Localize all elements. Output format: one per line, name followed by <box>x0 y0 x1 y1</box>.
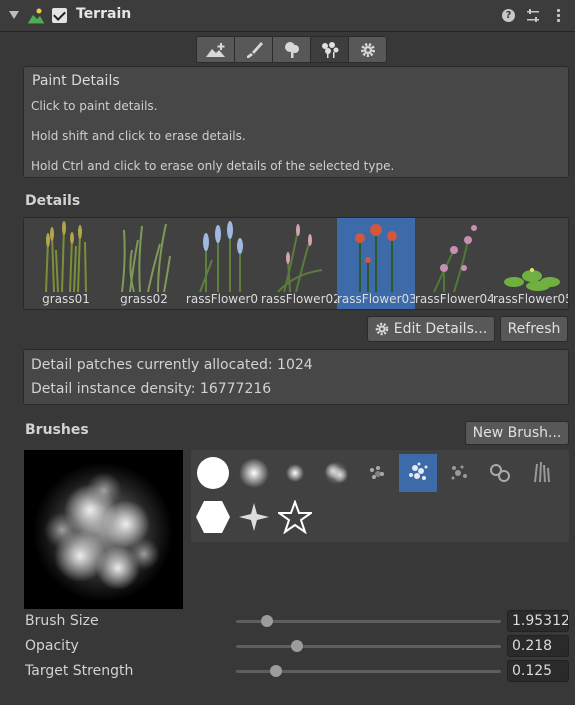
paint-trees-icon <box>284 41 299 58</box>
tool-raise-terrain-button[interactable] <box>196 36 235 63</box>
purple-flower-thumbnail-icon <box>433 225 477 292</box>
opacity-slider[interactable] <box>236 640 501 652</box>
grass-strokes-brush-icon <box>534 461 550 483</box>
paint-brush-icon <box>246 41 263 58</box>
soft-circle-brush-icon <box>239 458 269 488</box>
terrain-component-icon <box>28 8 44 24</box>
target-strength-slider-thumb[interactable] <box>270 665 283 677</box>
enable-checkbox[interactable] <box>52 8 67 23</box>
detail-item-grassflower05[interactable]: rassFlower05 <box>493 218 569 309</box>
detail-item-grassflower04[interactable]: rassFlower04 <box>415 218 493 309</box>
opacity-label: Opacity <box>25 638 79 654</box>
brush-preview <box>24 450 183 609</box>
help-icon[interactable]: ? <box>502 9 515 22</box>
brush-dust[interactable] <box>440 454 478 492</box>
paint-details-icon <box>321 41 338 58</box>
detail-patches-text: Detail patches currently allocated: 1024 <box>31 357 313 373</box>
cloud-brush-preview-icon <box>33 462 173 602</box>
cloud-brush-icon <box>324 461 348 485</box>
details-list: grass01 grass02 rassFlower0 rassFlower02… <box>23 217 569 310</box>
splatter-brush-icon <box>409 462 428 480</box>
detail-item-grassflower01[interactable]: rassFlower0 <box>183 218 261 309</box>
detail-label: grass01 <box>42 292 90 306</box>
help-title: Paint Details <box>32 73 120 89</box>
brush-grass-strokes[interactable] <box>522 454 560 492</box>
tool-paint-details-button[interactable] <box>310 36 349 63</box>
context-menu-icon[interactable] <box>556 8 560 24</box>
tool-settings-button[interactable] <box>348 36 387 63</box>
detail-info-box: Detail patches currently allocated: 1024… <box>23 349 569 405</box>
brush-star-burst[interactable] <box>235 498 273 536</box>
detail-item-grass02[interactable]: grass02 <box>105 218 183 309</box>
star-burst-brush-icon <box>239 503 269 531</box>
brush-hard-circle[interactable] <box>194 454 232 492</box>
opacity-slider-thumb[interactable] <box>291 640 304 652</box>
gear-icon <box>375 322 389 336</box>
detail-label: rassFlower0 <box>185 292 259 306</box>
detail-item-grassflower03[interactable]: rassFlower03 <box>337 218 415 309</box>
foldout-arrow-icon[interactable] <box>9 11 19 19</box>
detail-density-text: Detail instance density: 16777216 <box>31 381 272 397</box>
refresh-button[interactable]: Refresh <box>500 316 568 342</box>
raise-terrain-icon <box>205 42 225 57</box>
brush-hexagon[interactable] <box>194 498 232 536</box>
dust-brush-icon <box>451 465 467 480</box>
blue-flower-thumbnail-icon <box>199 221 243 292</box>
detail-label: rassFlower03 <box>337 292 415 306</box>
brush-noise[interactable] <box>358 454 396 492</box>
red-flower-thumbnail-icon <box>355 224 397 292</box>
details-label: Details <box>25 193 81 209</box>
tool-paint-texture-button[interactable] <box>234 36 273 63</box>
tool-paint-trees-button[interactable] <box>272 36 311 63</box>
detail-label: grass02 <box>120 292 168 306</box>
brush-star-outline[interactable] <box>276 498 314 536</box>
new-brush-button[interactable]: New Brush... <box>465 421 569 445</box>
help-line-erase: Hold shift and click to erase details. <box>31 129 246 143</box>
star-outline-brush-icon <box>278 500 312 534</box>
brush-soft-circle[interactable] <box>235 454 273 492</box>
settings-gear-icon <box>360 42 375 57</box>
brush-selection-grid <box>191 450 569 542</box>
brush-small-soft[interactable] <box>276 454 314 492</box>
terrain-tool-toolbar <box>196 36 391 63</box>
target-strength-field[interactable]: 0.125 <box>507 660 569 682</box>
detail-item-grassflower02[interactable]: rassFlower02 <box>261 218 339 309</box>
detail-label: rassFlower04 <box>415 292 493 306</box>
help-line-erase-selected: Hold Ctrl and click to erase only detail… <box>31 159 395 173</box>
rings-brush-icon <box>490 464 510 482</box>
hexagon-brush-icon <box>196 501 230 533</box>
brushes-label: Brushes <box>25 422 89 438</box>
pink-flower-thumbnail-icon <box>277 224 323 292</box>
brush-splatter[interactable] <box>399 454 437 492</box>
component-title: Terrain <box>76 6 132 22</box>
brush-rings[interactable] <box>481 454 519 492</box>
brush-cloud[interactable] <box>317 454 355 492</box>
paint-details-help-box: Paint Details Click to paint details. Ho… <box>23 66 569 178</box>
detail-label: rassFlower02 <box>261 292 339 306</box>
grass-thumbnail-icon <box>121 223 171 292</box>
brush-size-field[interactable]: 1.95312 <box>507 610 569 632</box>
leafy-plant-thumbnail-icon <box>504 268 560 291</box>
detail-item-grass01[interactable]: grass01 <box>27 218 105 309</box>
edit-details-button[interactable]: Edit Details... <box>367 316 495 342</box>
brush-size-slider-thumb[interactable] <box>261 615 274 627</box>
target-strength-label: Target Strength <box>25 663 134 679</box>
help-line-paint: Click to paint details. <box>31 99 158 113</box>
opacity-field[interactable]: 0.218 <box>507 635 569 657</box>
preset-sliders-icon[interactable] <box>526 8 540 24</box>
inspector-header: Terrain ? <box>0 0 575 32</box>
grass-thumbnail-icon <box>45 221 87 292</box>
brush-size-slider[interactable] <box>236 615 501 627</box>
target-strength-slider[interactable] <box>236 665 501 677</box>
hard-circle-brush-icon <box>197 457 229 489</box>
detail-label: rassFlower05 <box>493 292 569 306</box>
small-soft-brush-icon <box>286 464 304 482</box>
brush-size-label: Brush Size <box>25 613 99 629</box>
edit-details-label: Edit Details... <box>393 321 488 337</box>
noise-brush-icon <box>370 466 384 479</box>
